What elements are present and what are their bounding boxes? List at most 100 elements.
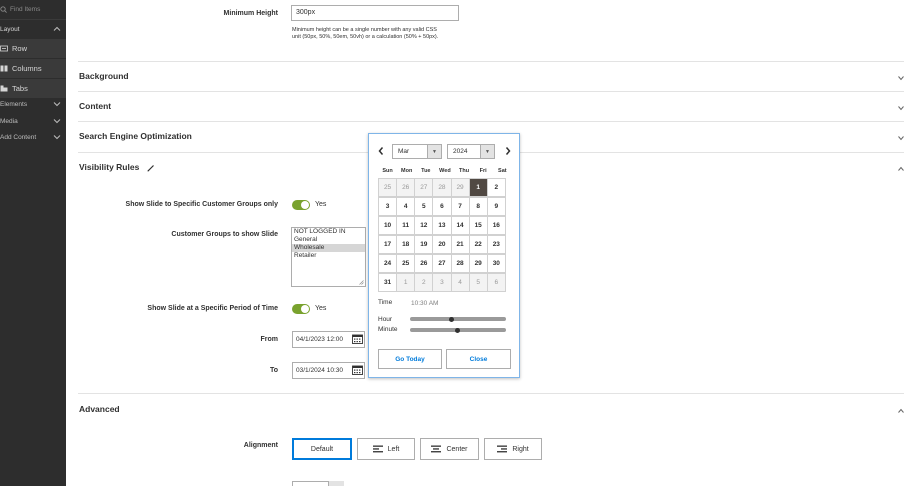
weekday-label: Mon: [401, 168, 413, 174]
sidebar-section-label: Media: [0, 118, 18, 125]
hour-slider-thumb[interactable]: [449, 316, 454, 322]
minute-slider-thumb[interactable]: [455, 327, 460, 333]
alignment-center-button[interactable]: Center: [420, 438, 479, 460]
chevron-up-icon[interactable]: [898, 407, 904, 413]
alignment-left-button[interactable]: Left: [357, 438, 415, 460]
calendar-day[interactable]: 23: [486, 235, 506, 254]
sidebar-section-label: Elements: [0, 101, 28, 108]
calendar-day[interactable]: 24: [378, 254, 398, 273]
calendar-day[interactable]: 28: [432, 178, 452, 197]
calendar-day[interactable]: 21: [450, 235, 470, 254]
customer-group-option[interactable]: Retailer: [292, 252, 365, 260]
chevron-up-icon[interactable]: [898, 165, 904, 171]
weekday-label: Wed: [439, 168, 451, 174]
chevron-down-icon[interactable]: [898, 134, 904, 141]
weekday-label: Sat: [498, 168, 507, 174]
section-background[interactable]: Background: [79, 71, 129, 81]
alignment-center-label: Center: [446, 445, 468, 453]
pencil-icon[interactable]: [147, 164, 155, 172]
year-select[interactable]: 2024 ▼: [447, 144, 495, 159]
calendar-day[interactable]: 3: [432, 273, 452, 292]
sidebar-item-label: Tabs: [12, 84, 28, 93]
weekday-label: Tue: [421, 168, 431, 174]
calendar-week: 24 25 26 27 28 29 30: [378, 254, 512, 273]
calendar-day[interactable]: 2: [414, 273, 434, 292]
hour-label: Hour: [378, 316, 393, 323]
chevron-down-icon[interactable]: [898, 74, 904, 81]
alignment-default-button[interactable]: Default: [292, 438, 352, 460]
calendar-day[interactable]: 25: [378, 178, 398, 197]
calendar-day[interactable]: 4: [450, 273, 470, 292]
calendar-day[interactable]: 3: [378, 197, 398, 216]
customer-group-option-selected[interactable]: Wholesale: [292, 244, 365, 252]
calendar-icon[interactable]: [352, 334, 363, 344]
find-items-search[interactable]: Find Items: [0, 0, 66, 20]
calendar-day[interactable]: 5: [468, 273, 488, 292]
cutoff-select-arrow[interactable]: [328, 481, 344, 486]
calendar-week: 3 4 5 6 7 8 9: [378, 197, 512, 216]
customer-groups-toggle-value: Yes: [315, 201, 327, 208]
customer-groups-multiselect[interactable]: NOT LOGGED IN General Wholesale Retailer: [291, 227, 366, 287]
calendar-day[interactable]: 25: [396, 254, 416, 273]
calendar-day[interactable]: 20: [432, 235, 452, 254]
calendar-day[interactable]: 14: [450, 216, 470, 235]
calendar-day[interactable]: 10: [378, 216, 398, 235]
calendar-day[interactable]: 18: [396, 235, 416, 254]
calendar-day[interactable]: 27: [432, 254, 452, 273]
period-toggle[interactable]: [292, 304, 310, 314]
calendar-day[interactable]: 13: [432, 216, 452, 235]
calendar-day[interactable]: 27: [414, 178, 434, 197]
calendar-day[interactable]: 5: [414, 197, 434, 216]
calendar-icon[interactable]: [352, 365, 363, 375]
min-height-note: Minimum height can be a single number wi…: [292, 27, 438, 41]
hour-slider[interactable]: [410, 317, 506, 321]
chevron-down-icon[interactable]: [898, 104, 904, 111]
alignment-right-button[interactable]: Right: [484, 438, 542, 460]
calendar-day[interactable]: 28: [450, 254, 470, 273]
calendar-day[interactable]: 16: [486, 216, 506, 235]
section-advanced[interactable]: Advanced: [79, 404, 120, 414]
go-today-button[interactable]: Go Today: [378, 349, 442, 369]
customer-groups-toggle[interactable]: [292, 200, 310, 210]
month-select[interactable]: Mar ▼: [392, 144, 442, 159]
calendar-day[interactable]: 12: [414, 216, 434, 235]
section-content[interactable]: Content: [79, 101, 111, 111]
next-month-icon[interactable]: [504, 146, 512, 156]
close-label: Close: [469, 355, 488, 363]
calendar-day[interactable]: 29: [468, 254, 488, 273]
customer-group-option[interactable]: General: [292, 236, 365, 244]
calendar-day[interactable]: 6: [432, 197, 452, 216]
calendar-day[interactable]: 11: [396, 216, 416, 235]
calendar-day[interactable]: 31: [378, 273, 398, 292]
customer-group-option[interactable]: NOT LOGGED IN: [292, 228, 365, 236]
calendar-day[interactable]: 4: [396, 197, 416, 216]
calendar-day[interactable]: 29: [450, 178, 470, 197]
calendar-day[interactable]: 2: [486, 178, 506, 197]
calendar-day[interactable]: 17: [378, 235, 398, 254]
calendar-day[interactable]: 6: [486, 273, 506, 292]
prev-month-icon[interactable]: [377, 146, 385, 156]
sidebar-item-row[interactable]: Row: [0, 39, 66, 59]
close-button[interactable]: Close: [446, 349, 511, 369]
calendar-day[interactable]: 15: [468, 216, 488, 235]
calendar-day-today[interactable]: 1: [468, 178, 488, 197]
calendar-day[interactable]: 8: [468, 197, 488, 216]
sidebar-section-add-content[interactable]: Add Content: [0, 128, 66, 147]
tabs-icon: [0, 85, 8, 92]
datepicker-popup: Mar ▼ 2024 ▼ Sun Mon Tue Wed Thu Fri Sat…: [368, 133, 520, 378]
calendar-day[interactable]: 7: [450, 197, 470, 216]
sidebar-section-layout[interactable]: Layout: [0, 20, 66, 39]
calendar-day[interactable]: 1: [396, 273, 416, 292]
sidebar-section-label: Layout: [0, 26, 20, 33]
calendar-day[interactable]: 30: [486, 254, 506, 273]
sidebar-item-columns[interactable]: Columns: [0, 59, 66, 79]
section-visibility-rules[interactable]: Visibility Rules: [79, 162, 139, 172]
calendar-day[interactable]: 19: [414, 235, 434, 254]
section-seo[interactable]: Search Engine Optimization: [79, 131, 192, 141]
calendar-day[interactable]: 26: [414, 254, 434, 273]
min-height-input[interactable]: 300px: [291, 5, 459, 21]
calendar-day[interactable]: 9: [486, 197, 506, 216]
resize-handle-icon[interactable]: [359, 280, 364, 285]
calendar-day[interactable]: 26: [396, 178, 416, 197]
calendar-day[interactable]: 22: [468, 235, 488, 254]
